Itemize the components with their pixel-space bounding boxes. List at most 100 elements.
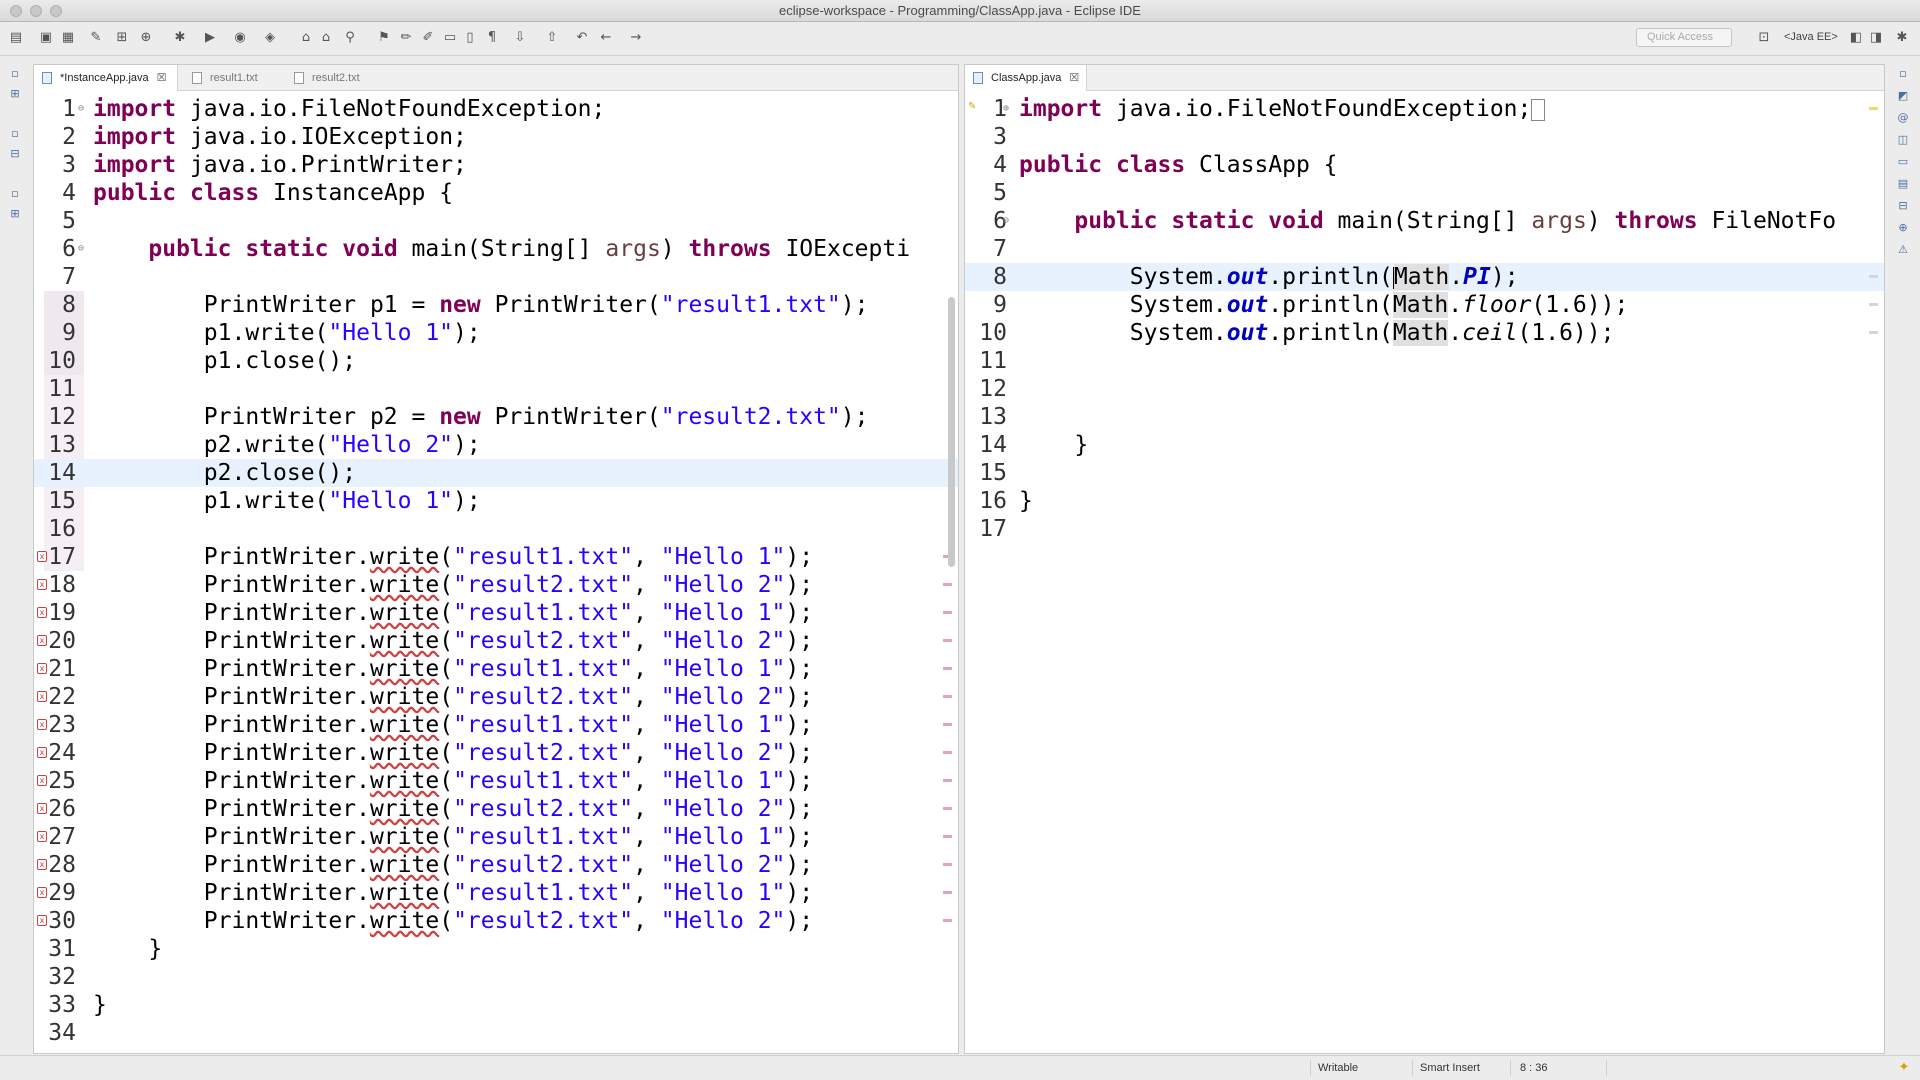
code-text: import java.io.IOException; <box>93 124 467 150</box>
quick-access-input[interactable]: Quick Access <box>1636 28 1732 47</box>
markers-icon[interactable]: ◩ <box>1896 89 1910 103</box>
left-code-area[interactable]: 1 ⊖ import java.io.FileNotFoundException; … <box>34 95 958 1047</box>
save-all-icon[interactable]: ▦ <box>60 30 76 46</box>
error-overview-marker[interactable] <box>943 807 952 810</box>
error-overview-marker[interactable] <box>943 919 952 922</box>
save-icon[interactable]: ▣ <box>38 30 54 46</box>
error-overview-marker[interactable] <box>943 751 952 754</box>
mark-occurrences-icon[interactable]: ✏ <box>398 30 414 46</box>
open-folder-icon[interactable]: ⌂ <box>318 30 334 46</box>
code-line: 34 <box>34 1019 958 1047</box>
package-explorer-icon[interactable]: ⊞ <box>8 87 22 101</box>
text-file-icon <box>294 72 304 84</box>
pin-icon[interactable]: ⚑ <box>376 30 392 46</box>
search-icon[interactable]: ⚲ <box>342 30 358 46</box>
servers-icon[interactable]: ▤ <box>1896 177 1910 191</box>
close-tab-icon[interactable]: ☒ <box>157 72 167 84</box>
java-perspective-icon[interactable]: ◨ <box>1868 30 1884 46</box>
code-line: 7 <box>34 263 958 291</box>
fold-toggle-icon[interactable]: ⊕ <box>1003 95 1009 123</box>
debug-icon[interactable]: ✱ <box>172 30 188 46</box>
error-overview-marker[interactable] <box>943 863 952 866</box>
new-class-icon[interactable]: ⊕ <box>138 30 154 46</box>
restore-icon[interactable]: ▫ <box>8 67 22 81</box>
code-line: 11 <box>965 347 1884 375</box>
occurrence-overview-marker[interactable] <box>1869 303 1878 306</box>
next-annotation-icon[interactable]: ⇩ <box>512 30 528 46</box>
code-line: 5 <box>34 207 958 235</box>
show-whitespace-icon[interactable]: ¶ <box>484 30 500 46</box>
code-line: 4 public class ClassApp { <box>965 151 1884 179</box>
external-tools-icon[interactable]: ◈ <box>262 30 278 46</box>
code-line: x 28 PrintWriter.write("result2.txt", "He… <box>34 851 958 879</box>
type-hierarchy-icon[interactable]: ⊞ <box>8 207 22 221</box>
current-line: 14 p2.close(); <box>34 459 958 487</box>
last-edit-icon[interactable]: ↶ <box>574 30 590 46</box>
vertical-scrollbar[interactable] <box>948 297 955 567</box>
console-icon[interactable]: ▭ <box>1896 155 1910 169</box>
error-overview-marker[interactable] <box>943 891 952 894</box>
status-writable: Writable <box>1318 1062 1359 1074</box>
run-icon[interactable]: ▶ <box>202 30 218 46</box>
outline-icon[interactable]: ⊟ <box>8 147 22 161</box>
perspective-java-ee[interactable]: <Java EE> <box>1784 31 1838 43</box>
coverage-icon[interactable]: ◉ <box>232 30 248 46</box>
java-ee-perspective-icon[interactable]: ◧ <box>1848 30 1864 46</box>
new-icon[interactable]: ▤ <box>8 30 24 46</box>
declaration-icon[interactable]: ◫ <box>1896 133 1910 147</box>
skip-breakpoints-icon[interactable]: ✎ <box>88 30 104 46</box>
snippets-icon[interactable]: ⊕ <box>1896 221 1910 235</box>
new-package-icon[interactable]: ⊞ <box>114 30 130 46</box>
restore-icon[interactable]: ▫ <box>8 127 22 141</box>
tab-result2-txt[interactable]: result2.txt <box>286 65 386 91</box>
code-text: import java.io.FileNotFoundException; <box>93 96 606 122</box>
debug-perspective-icon[interactable]: ✱ <box>1894 30 1910 46</box>
line-number: 14 <box>48 460 76 486</box>
fold-toggle-icon[interactable]: ⊖ <box>78 95 84 123</box>
error-overview-marker[interactable] <box>943 611 952 614</box>
code-line: x 22 PrintWriter.write("result2.txt", "He… <box>34 683 958 711</box>
tab-instanceapp-java[interactable]: *InstanceApp.java ☒ <box>34 65 178 91</box>
warning-overview-marker[interactable] <box>1869 107 1878 110</box>
occurrence-overview-marker[interactable] <box>1869 275 1878 278</box>
line-number: 19 <box>48 600 76 626</box>
error-overview-marker[interactable] <box>943 583 952 586</box>
line-number: 34 <box>48 1020 76 1046</box>
fold-toggle-icon[interactable]: ⊖ <box>78 235 84 263</box>
classapp-editor[interactable]: ClassApp.java ☒ ✎ 1 ⊕ import java.io.FileNot… <box>964 64 1885 1054</box>
code-text: PrintWriter.write("result1.txt", "Hello … <box>93 712 814 738</box>
tab-result1-txt[interactable]: result1.txt <box>184 65 284 91</box>
code-line: 16} <box>965 487 1884 515</box>
error-overview-marker[interactable] <box>943 639 952 642</box>
code-text: public class InstanceApp { <box>93 180 454 206</box>
word-wrap-icon[interactable]: ▯ <box>462 30 478 46</box>
forward-icon[interactable]: → <box>628 30 644 46</box>
error-overview-marker[interactable] <box>943 695 952 698</box>
error-overview-marker[interactable] <box>943 723 952 726</box>
tip-lightbulb-icon[interactable]: ✦ <box>1896 1060 1912 1076</box>
open-perspective-icon[interactable]: ⊡ <box>1756 30 1772 46</box>
status-separator <box>1412 1060 1413 1076</box>
restore-icon[interactable]: ▫ <box>8 187 22 201</box>
occurrence-overview-marker[interactable] <box>1869 331 1878 334</box>
right-code-area[interactable]: ✎ 1 ⊕ import java.io.FileNotFoundException;… <box>965 95 1884 543</box>
javadoc-icon[interactable]: @ <box>1896 111 1910 125</box>
restore-icon[interactable]: ▫ <box>1896 67 1910 81</box>
title-bar: eclipse-workspace - Programming/ClassApp… <box>0 0 1920 22</box>
back-icon[interactable]: ← <box>598 30 614 46</box>
instanceapp-editor[interactable]: *InstanceApp.java ☒ result1.txt result2.t… <box>33 64 959 1054</box>
error-overview-marker[interactable] <box>943 779 952 782</box>
edit-icon[interactable]: ✐ <box>420 30 436 46</box>
problems-icon[interactable]: ⚠ <box>1896 243 1910 257</box>
tab-classapp-java[interactable]: ClassApp.java ☒ <box>965 65 1087 91</box>
block-selection-icon[interactable]: ▭ <box>442 30 458 46</box>
data-source-icon[interactable]: ⊟ <box>1896 199 1910 213</box>
status-separator <box>1606 1060 1607 1076</box>
error-overview-marker[interactable] <box>943 667 952 670</box>
previous-annotation-icon[interactable]: ⇧ <box>544 30 560 46</box>
open-type-icon[interactable]: ⌂ <box>298 30 314 46</box>
close-tab-icon[interactable]: ☒ <box>1069 72 1079 84</box>
error-overview-marker[interactable] <box>943 835 952 838</box>
line-number: 8 <box>993 264 1007 290</box>
fold-toggle-icon[interactable]: ⊖ <box>1003 207 1009 235</box>
